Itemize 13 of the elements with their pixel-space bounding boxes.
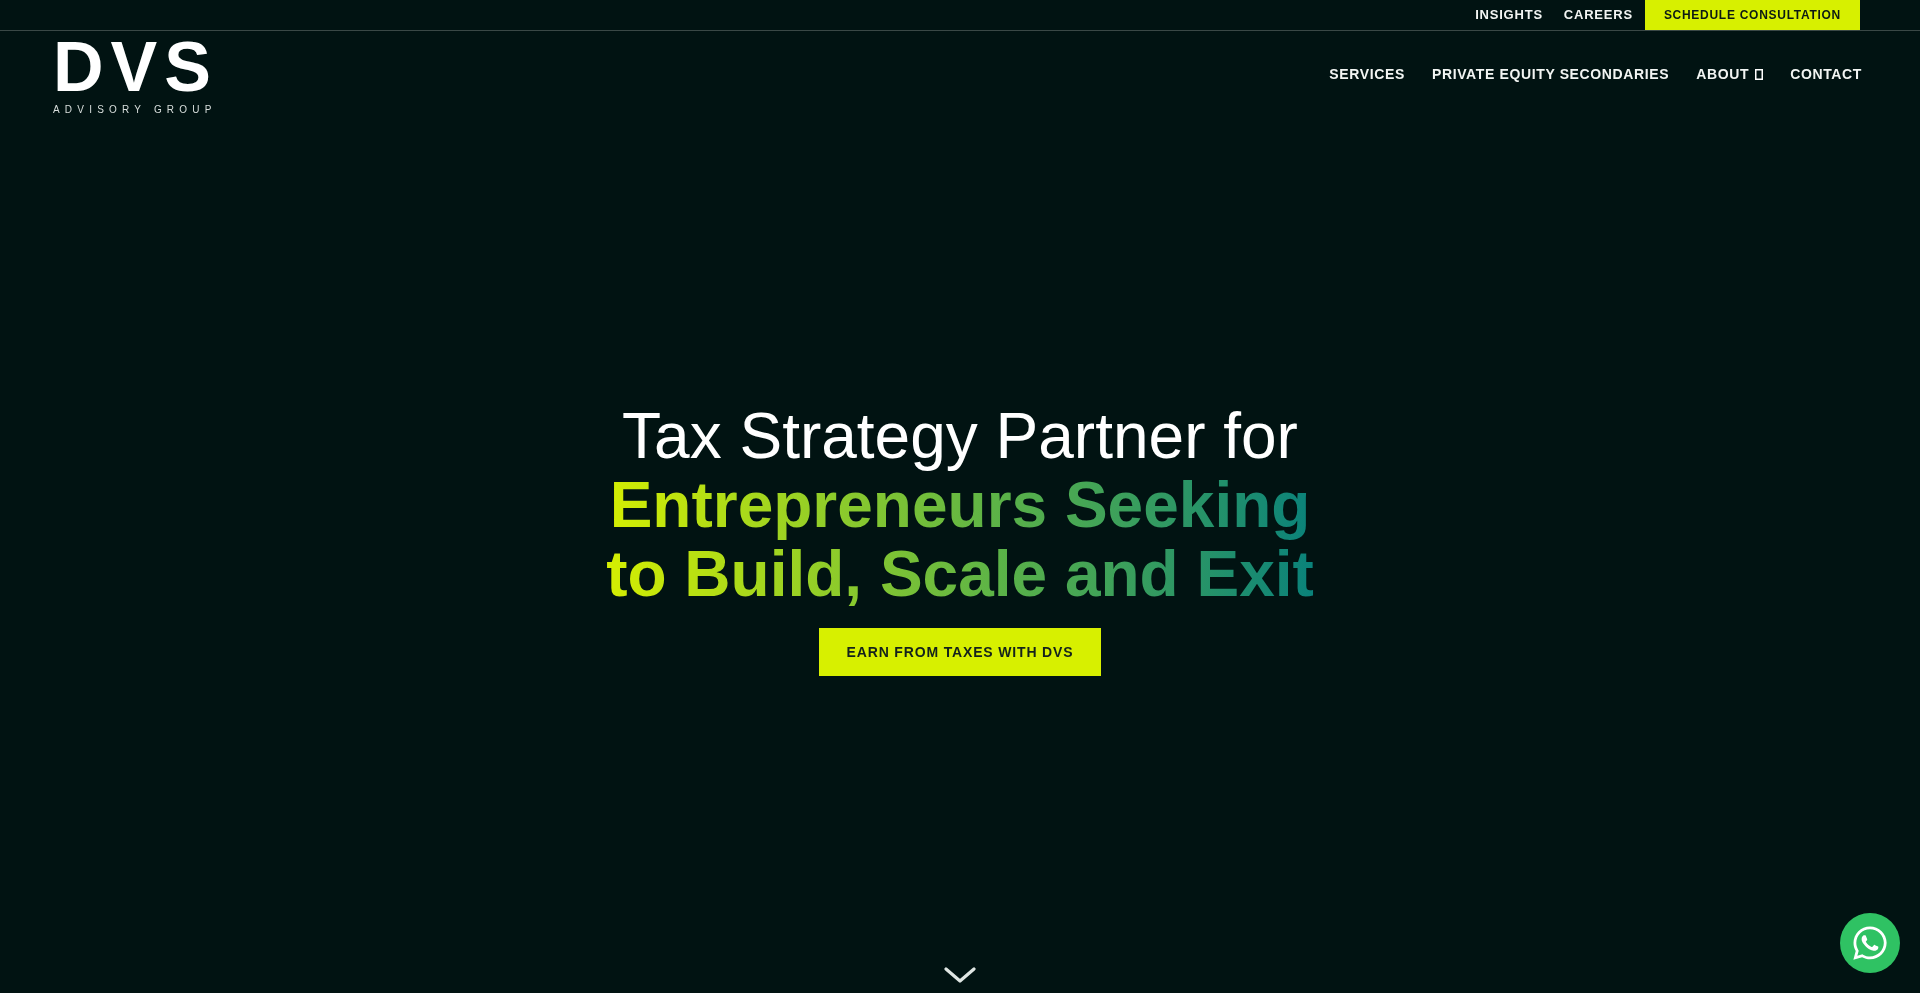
earn-from-taxes-button[interactable]: EARN FROM TAXES WITH DVS: [818, 628, 1102, 676]
nav-link[interactable]: CONTACT: [1790, 64, 1862, 84]
logo-text: DVS: [53, 41, 218, 93]
chevron-down-icon[interactable]: [944, 967, 976, 983]
nav-link[interactable]: ABOUT: [1696, 64, 1764, 84]
top-link[interactable]: CAREERS: [1563, 5, 1633, 25]
square-icon: [1755, 68, 1764, 80]
logo-tagline: ADVISORY GROUP: [53, 104, 217, 116]
schedule-consultation-button[interactable]: SCHEDULE CONSULTATION: [1644, 0, 1860, 30]
nav-link[interactable]: PRIVATE EQUITY SECONDARIES: [1431, 64, 1670, 84]
chat-phone-icon[interactable]: [1840, 913, 1900, 973]
top-link[interactable]: INSIGHTS: [1475, 5, 1543, 25]
nav-link[interactable]: SERVICES: [1329, 64, 1405, 84]
